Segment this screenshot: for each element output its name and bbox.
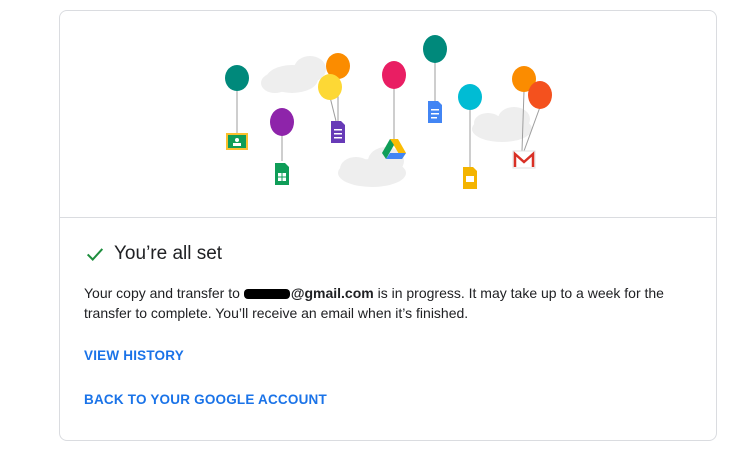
confirmation-card: You’re all set Your copy and transfer to…: [59, 10, 717, 441]
view-history-link[interactable]: VIEW HISTORY: [84, 348, 184, 363]
redacted-username: [243, 289, 290, 299]
balloon-shape: [528, 81, 552, 109]
divider: [60, 217, 716, 218]
google-forms-icon: [331, 121, 345, 143]
google-slides-icon: [463, 167, 477, 189]
balloon-shape: [225, 65, 249, 91]
check-icon: [86, 248, 104, 261]
balloons-illustration: [60, 11, 716, 217]
google-sheets-icon: [275, 163, 289, 185]
balloon-shape: [270, 108, 294, 136]
status-message: Your copy and transfer to @gmail.com is …: [84, 283, 684, 323]
page-title: You’re all set: [114, 243, 223, 264]
balloon-shape: [458, 84, 482, 110]
back-to-account-link[interactable]: BACK TO YOUR GOOGLE ACCOUNT: [84, 392, 327, 407]
gmail-icon: [512, 150, 536, 169]
balloon-shape: [423, 35, 447, 63]
cloud-shape: [261, 56, 326, 93]
email-domain: @gmail.com: [290, 285, 374, 301]
status-header: You’re all set: [84, 243, 222, 265]
google-classroom-icon: [226, 133, 248, 150]
balloon-shape: [382, 61, 406, 89]
google-docs-icon: [428, 101, 442, 123]
balloon-shape: [318, 74, 342, 100]
message-prefix: Your copy and transfer to: [84, 285, 244, 301]
